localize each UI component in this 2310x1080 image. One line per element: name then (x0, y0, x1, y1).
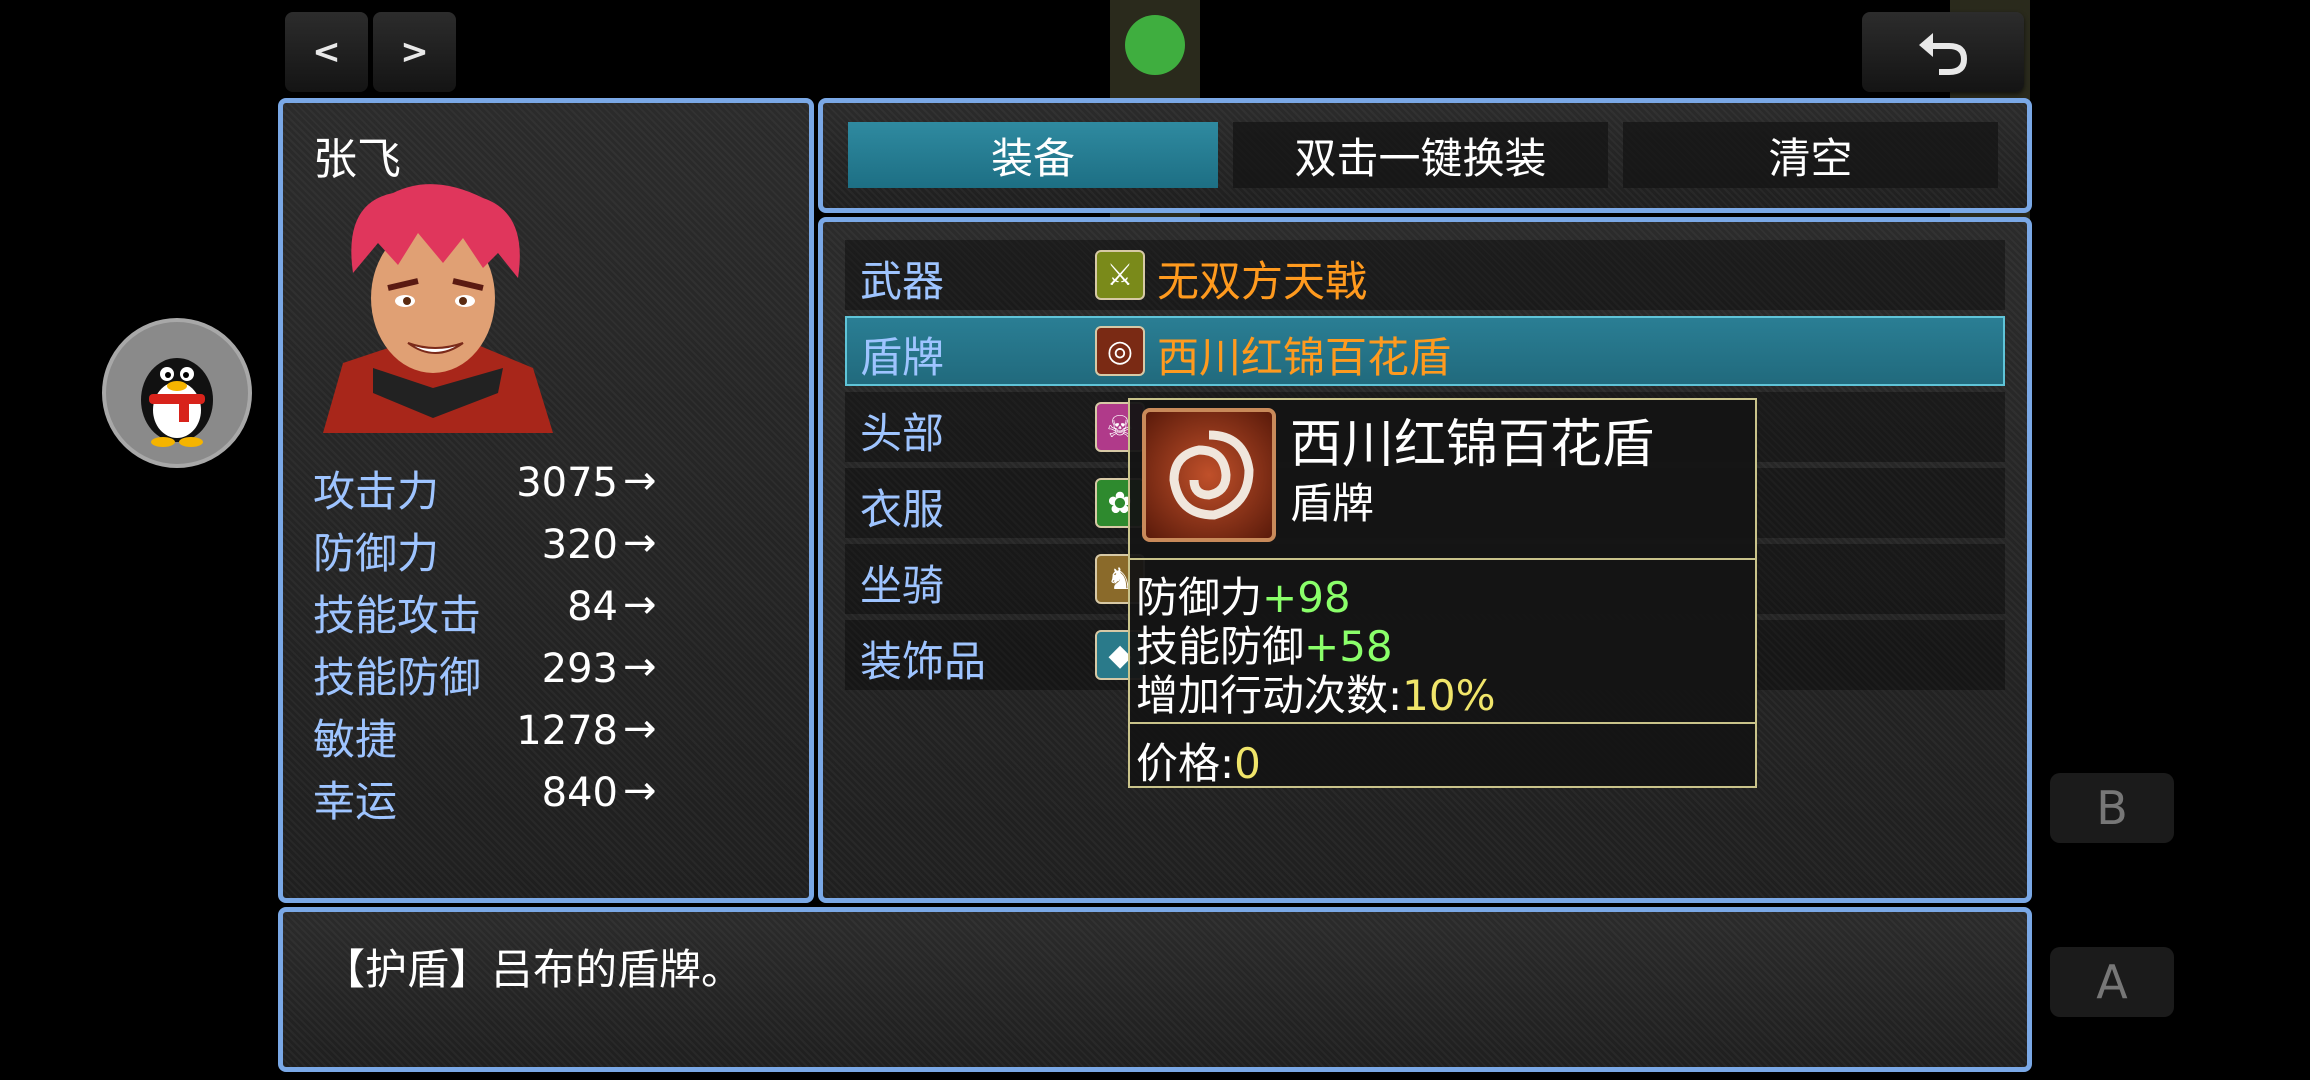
stat-arrow: → (623, 768, 657, 814)
slot-label: 坐骑 (860, 561, 945, 610)
character-portrait (313, 183, 558, 433)
shield-swirl-icon: ◎ (1095, 326, 1145, 376)
slot-label: 装饰品 (860, 637, 987, 686)
stat-label: 技能攻击 (313, 591, 482, 640)
stat-value: 1278 (516, 708, 618, 754)
stat-label: 敏捷 (313, 715, 398, 764)
tooltip-stat-label: 增加行动次数: (1136, 671, 1403, 720)
slot-label: 头部 (860, 409, 945, 458)
stat-value: 84 (567, 584, 618, 630)
description-window: 【护盾】吕布的盾牌。 (278, 907, 2032, 1072)
stat-value: 3075 (516, 460, 618, 506)
slot-label: 衣服 (860, 485, 945, 534)
floating-qq-avatar[interactable] (102, 318, 252, 468)
stat-arrow: → (623, 644, 657, 690)
map-green-orb (1125, 15, 1185, 75)
tab-equip[interactable]: 装备 (848, 122, 1218, 188)
item-tooltip: 西川红锦百花盾 盾牌 防御力+98 技能防御+58 增加行动次数:10% 价格:… (1128, 398, 1757, 788)
a-button[interactable]: A (2050, 947, 2174, 1017)
slot-row-shield[interactable]: 盾牌 ◎ 西川红锦百花盾 (845, 316, 2005, 386)
tooltip-stat-line: 增加行动次数:10% (1136, 662, 1496, 723)
character-name: 张飞 (313, 134, 401, 185)
tooltip-price: 价格:0 (1136, 730, 1261, 791)
tab-quick-change[interactable]: 双击一键换装 (1233, 122, 1608, 188)
tooltip-price-label: 价格: (1136, 739, 1235, 788)
next-character-button[interactable]: > (373, 12, 456, 92)
item-name: 西川红锦百花盾 (1157, 333, 1452, 382)
character-status-window: 张飞 攻击力 3075 → 防御力 320 → 技能攻击 84 → 技能防御 2… (278, 98, 814, 903)
b-button[interactable]: B (2050, 773, 2174, 843)
tooltip-divider (1130, 722, 1755, 724)
back-button[interactable] (1862, 12, 2024, 92)
tooltip-item-icon (1142, 408, 1276, 542)
stat-value: 320 (541, 522, 618, 568)
command-tab-window: 装备 双击一键换装 清空 (818, 98, 2032, 213)
item-description: 【护盾】吕布的盾牌。 (323, 945, 744, 994)
stat-arrow: → (623, 582, 657, 628)
stat-row-attack: 攻击力 3075 → (313, 458, 793, 516)
stat-value: 293 (541, 646, 618, 692)
penguin-icon (141, 358, 213, 447)
slot-label: 武器 (860, 257, 945, 306)
tooltip-divider (1130, 558, 1755, 560)
stat-label: 技能防御 (313, 653, 482, 702)
tooltip-stat-value: 10% (1402, 671, 1496, 720)
stat-row-defense: 防御力 320 → (313, 520, 793, 578)
prev-character-button[interactable]: < (285, 12, 368, 92)
tab-clear[interactable]: 清空 (1623, 122, 1998, 188)
stat-row-agility: 敏捷 1278 → (313, 706, 793, 764)
halberd-icon: ⚔ (1095, 250, 1145, 300)
stat-arrow: → (623, 458, 657, 504)
stat-row-skill-attack: 技能攻击 84 → (313, 582, 793, 640)
tooltip-item-name: 西川红锦百花盾 (1290, 415, 1655, 475)
stat-arrow: → (623, 520, 657, 566)
stat-label: 攻击力 (313, 467, 440, 516)
stat-row-luck: 幸运 840 → (313, 768, 793, 826)
stat-label: 防御力 (313, 529, 440, 578)
slot-row-weapon[interactable]: 武器 ⚔ 无双方天戟 (845, 240, 2005, 310)
slot-label: 盾牌 (860, 333, 945, 382)
stat-row-skill-defense: 技能防御 293 → (313, 644, 793, 702)
tooltip-item-type: 盾牌 (1290, 479, 1375, 528)
item-name: 无双方天戟 (1157, 257, 1368, 306)
back-arrow-icon (1919, 33, 1967, 75)
stat-value: 840 (541, 770, 618, 816)
stat-arrow: → (623, 706, 657, 752)
stat-label: 幸运 (313, 777, 398, 826)
tooltip-price-value: 0 (1234, 739, 1261, 788)
